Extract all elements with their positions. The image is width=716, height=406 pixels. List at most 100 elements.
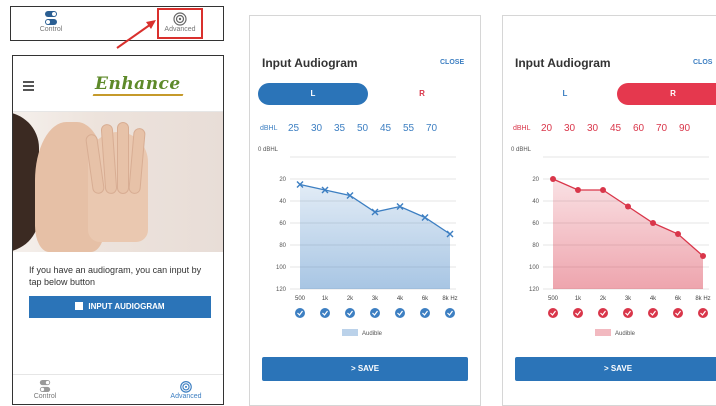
bottom-nav-control[interactable]: Control <box>25 379 65 400</box>
dbhl-value[interactable]: 70 <box>656 123 667 134</box>
dbhl-value[interactable]: 20 <box>541 123 552 134</box>
check-icon[interactable] <box>598 308 608 318</box>
check-icon[interactable] <box>345 308 355 318</box>
x-tick-label: 500 <box>295 296 306 302</box>
close-button[interactable]: CLOS <box>693 59 712 66</box>
ear-toggle-left[interactable]: L <box>511 83 619 105</box>
x-tick-label: 2k <box>600 296 607 302</box>
description-text: If you have an audiogram, you can input … <box>29 265 202 287</box>
x-tick-label: 4k <box>650 296 657 302</box>
app-header: Enhance <box>13 56 223 112</box>
logo-swoosh <box>92 94 184 96</box>
edit-icon <box>75 302 84 310</box>
x-tick-label: 6k <box>675 296 682 302</box>
dbhl-label: dBHL <box>513 125 531 132</box>
save-button[interactable]: > SAVE <box>262 357 468 381</box>
check-icon[interactable] <box>573 308 583 318</box>
x-tick-label: 3k <box>372 296 379 302</box>
check-icon[interactable] <box>395 308 405 318</box>
dbhl-value[interactable]: 35 <box>334 123 345 134</box>
x-tick-label: 1k <box>322 296 329 302</box>
bottom-nav-control-label: Control <box>33 393 57 400</box>
x-tick-label: 2k <box>347 296 354 302</box>
ear-toggle-left[interactable]: L <box>258 83 368 105</box>
legend-label: Audible <box>362 331 383 337</box>
audible-area <box>300 184 450 289</box>
y-top-label: 0 dBHL <box>258 147 279 153</box>
dbhl-value[interactable]: 30 <box>311 123 322 134</box>
menu-icon[interactable] <box>23 81 34 91</box>
y-tick-label: 40 <box>279 199 286 205</box>
toggle-icon <box>39 380 51 392</box>
legend-swatch <box>342 329 358 336</box>
ear-toggle-right[interactable]: R <box>368 83 476 105</box>
close-button[interactable]: CLOSE <box>440 59 464 66</box>
x-tick-label: 6k <box>422 296 429 302</box>
y-tick-label: 60 <box>279 221 286 227</box>
data-point[interactable] <box>700 253 706 259</box>
check-icon[interactable] <box>445 308 455 318</box>
audiogram-title: Input Audiogram <box>515 56 611 70</box>
ear-toggle: L R <box>258 83 476 105</box>
x-tick-label: 500 <box>548 296 559 302</box>
app-home-screen: Enhance If you have an audiogram, you ca… <box>12 55 224 405</box>
bottom-nav-advanced[interactable]: Advanced <box>163 379 209 400</box>
ear-toggle: L R <box>511 83 716 105</box>
y-tick-label: 60 <box>532 221 539 227</box>
check-icon[interactable] <box>548 308 558 318</box>
dbhl-value[interactable]: 60 <box>633 123 644 134</box>
y-tick-label: 20 <box>532 177 539 183</box>
audiogram-right-panel: Input Audiogram CLOS L R dBHL 20 30 30 4… <box>502 15 716 406</box>
audiogram-left-panel: Input Audiogram CLOSE L R dBHL 25 30 35 … <box>249 15 481 406</box>
y-tick-label: 120 <box>529 287 540 293</box>
check-icon[interactable] <box>673 308 683 318</box>
audiogram-title: Input Audiogram <box>262 56 358 70</box>
save-button[interactable]: > SAVE <box>515 357 716 381</box>
dbhl-value[interactable]: 25 <box>288 123 299 134</box>
dbhl-value[interactable]: 90 <box>679 123 690 134</box>
dbhl-value[interactable]: 30 <box>587 123 598 134</box>
check-icon[interactable] <box>420 308 430 318</box>
legend-label: Audible <box>615 331 636 337</box>
input-audiogram-button[interactable]: INPUT AUDIOGRAM <box>29 296 211 318</box>
y-tick-label: 100 <box>529 265 540 271</box>
dbhl-value[interactable]: 30 <box>564 123 575 134</box>
input-audiogram-label: INPUT AUDIOGRAM <box>88 302 165 311</box>
dbhl-value[interactable]: 55 <box>403 123 414 134</box>
audiogram-chart-right: 0 dBHL 20 40 60 80 100 120 500 1k 2k 3k 4k 6k 8k Hz Au… <box>511 147 711 337</box>
y-top-label: 0 dBHL <box>511 147 532 153</box>
check-icon[interactable] <box>370 308 380 318</box>
ear-toggle-right[interactable]: R <box>617 83 716 105</box>
check-icon[interactable] <box>320 308 330 318</box>
check-icon[interactable] <box>698 308 708 318</box>
y-tick-label: 80 <box>279 243 286 249</box>
signal-icon <box>180 381 192 393</box>
data-point[interactable] <box>600 187 606 193</box>
x-tick-label: 8k Hz <box>695 296 710 302</box>
app-logo: Enhance <box>95 74 181 94</box>
dbhl-value[interactable]: 70 <box>426 123 437 134</box>
data-point[interactable] <box>650 220 656 226</box>
data-point[interactable] <box>550 176 556 182</box>
data-point[interactable] <box>675 231 681 237</box>
audiogram-chart-left: 0 dBHL 20 40 60 80 100 120 500 1k 2k 3k 4k 6k 8k Hz Au… <box>258 147 458 337</box>
check-icon[interactable] <box>648 308 658 318</box>
dbhl-value[interactable]: 50 <box>357 123 368 134</box>
bottom-nav: Control Advanced <box>13 374 223 404</box>
x-tick-label: 8k Hz <box>442 296 457 302</box>
check-icon[interactable] <box>623 308 633 318</box>
dbhl-value[interactable]: 45 <box>380 123 391 134</box>
dbhl-value[interactable]: 45 <box>610 123 621 134</box>
x-tick-label: 3k <box>625 296 632 302</box>
data-point[interactable] <box>575 187 581 193</box>
dbhl-label: dBHL <box>260 125 278 132</box>
data-point[interactable] <box>625 203 631 210</box>
x-tick-label: 1k <box>575 296 582 302</box>
y-tick-label: 20 <box>279 177 286 183</box>
y-tick-label: 120 <box>276 287 287 293</box>
y-tick-label: 100 <box>276 265 287 271</box>
y-tick-label: 80 <box>532 243 539 249</box>
legend-swatch <box>595 329 611 336</box>
bottom-nav-advanced-label: Advanced <box>170 393 202 400</box>
check-icon[interactable] <box>295 308 305 318</box>
